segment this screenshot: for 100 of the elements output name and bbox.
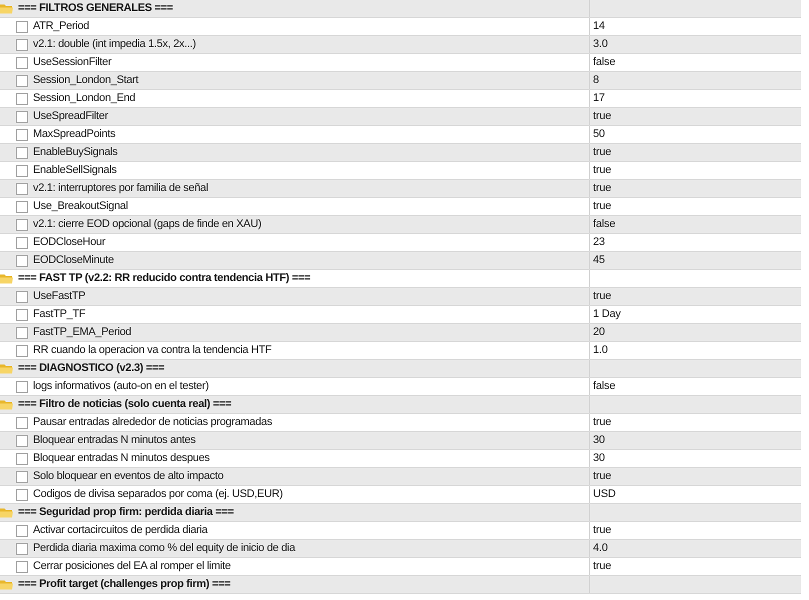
checkbox[interactable] [16, 308, 28, 320]
checkbox[interactable] [16, 524, 28, 536]
parameter-name: Bloquear entradas N minutos despues [33, 451, 210, 466]
parameter-value[interactable]: true [590, 522, 612, 539]
group-row[interactable]: === DIAGNOSTICO (v2.3) === [0, 360, 801, 378]
group-title: === Filtro de noticias (solo cuenta real) === [18, 397, 232, 412]
checkbox[interactable] [16, 542, 28, 554]
parameter-row[interactable]: logs informativos (auto-on en el tester) false [0, 378, 801, 396]
checkbox[interactable] [16, 470, 28, 482]
checkbox[interactable] [16, 344, 28, 356]
parameter-row[interactable]: EODCloseMinute 45 [0, 252, 801, 270]
checkbox[interactable] [16, 164, 28, 176]
parameter-row[interactable]: Codigos de divisa separados por coma (ej. USD,EUR) USD [0, 486, 801, 504]
checkbox[interactable] [16, 92, 28, 104]
parameter-row[interactable]: Perdida diaria maxima como % del equity de inicio de dia 4.0 [0, 540, 801, 558]
parameter-row[interactable]: Activar cortacircuitos de perdida diaria true [0, 522, 801, 540]
checkbox[interactable] [16, 20, 28, 32]
parameter-row[interactable]: Session_London_End 17 [0, 90, 801, 108]
parameter-value[interactable]: true [590, 288, 612, 305]
checkbox[interactable] [16, 56, 28, 68]
checkbox[interactable] [16, 380, 28, 392]
checkbox[interactable] [16, 74, 28, 86]
parameter-row[interactable]: ATR_Period 14 [0, 18, 801, 36]
checkbox[interactable] [16, 146, 28, 158]
checkbox[interactable] [16, 290, 28, 302]
group-row[interactable]: === Filtro de noticias (solo cuenta real) === [0, 396, 801, 414]
checkbox[interactable] [16, 200, 28, 212]
parameter-value[interactable]: 45 [590, 252, 605, 269]
parameter-value[interactable]: false [590, 378, 616, 395]
group-title: === DIAGNOSTICO (v2.3) === [18, 361, 164, 376]
checkbox[interactable] [16, 110, 28, 122]
parameter-value[interactable]: 17 [590, 90, 605, 107]
checkbox[interactable] [16, 38, 28, 50]
parameter-value[interactable]: 23 [590, 234, 605, 251]
parameter-value[interactable]: true [590, 162, 612, 179]
checkbox[interactable] [16, 434, 28, 446]
parameter-value[interactable]: false [590, 54, 616, 71]
parameter-row[interactable]: UseSpreadFilter true [0, 108, 801, 126]
checkbox[interactable] [16, 218, 28, 230]
parameter-row[interactable]: RR cuando la operacion va contra la tendencia HTF 1.0 [0, 342, 801, 360]
parameter-value[interactable]: USD [590, 486, 616, 503]
parameter-row[interactable]: EODCloseHour 23 [0, 234, 801, 252]
parameter-value[interactable]: 1.0 [590, 342, 608, 359]
parameter-name: EODCloseHour [33, 235, 106, 250]
parameter-row[interactable]: MaxSpreadPoints 50 [0, 126, 801, 144]
parameter-name: FastTP_TF [33, 307, 86, 322]
parameter-value[interactable]: 50 [590, 126, 605, 143]
parameter-row[interactable]: UseSessionFilter false [0, 54, 801, 72]
checkbox[interactable] [16, 560, 28, 572]
parameter-value[interactable]: true [590, 180, 612, 197]
folder-icon [0, 399, 13, 410]
parameter-value[interactable]: true [590, 198, 612, 215]
parameter-value[interactable]: true [590, 468, 612, 485]
parameter-row[interactable]: v2.1: cierre EOD opcional (gaps de finde en XAU) false [0, 216, 801, 234]
parameter-row[interactable]: Bloquear entradas N minutos antes 30 [0, 432, 801, 450]
parameter-value[interactable]: 20 [590, 324, 605, 341]
parameter-value[interactable]: 4.0 [590, 540, 608, 557]
checkbox[interactable] [16, 326, 28, 338]
parameter-value[interactable]: 3.0 [590, 36, 608, 53]
parameter-value[interactable]: 30 [590, 432, 605, 449]
group-row[interactable]: === Seguridad prop firm: perdida diaria === [0, 504, 801, 522]
parameter-name: Session_London_End [33, 91, 136, 106]
checkbox[interactable] [16, 488, 28, 500]
parameter-row[interactable]: EnableBuySignals true [0, 144, 801, 162]
parameter-name: logs informativos (auto-on en el tester) [33, 379, 209, 394]
parameter-name: v2.1: cierre EOD opcional (gaps de finde en XAU) [33, 217, 262, 232]
parameter-value[interactable]: true [590, 558, 612, 575]
parameter-row[interactable]: UseFastTP true [0, 288, 801, 306]
parameter-row[interactable]: Solo bloquear en eventos de alto impacto true [0, 468, 801, 486]
parameter-name: FastTP_EMA_Period [33, 325, 132, 340]
checkbox[interactable] [16, 236, 28, 248]
checkbox[interactable] [16, 254, 28, 266]
parameter-row[interactable]: FastTP_EMA_Period 20 [0, 324, 801, 342]
parameter-name: v2.1: interruptores por familia de señal [33, 181, 208, 196]
parameter-row[interactable]: FastTP_TF 1 Day [0, 306, 801, 324]
checkbox[interactable] [16, 182, 28, 194]
folder-icon [0, 507, 13, 518]
parameter-value[interactable]: 1 Day [590, 306, 621, 323]
group-row[interactable]: === Profit target (challenges prop firm) === [0, 576, 801, 594]
parameter-value[interactable]: true [590, 144, 612, 161]
checkbox[interactable] [16, 416, 28, 428]
parameter-row[interactable]: EnableSellSignals true [0, 162, 801, 180]
parameter-value[interactable]: 30 [590, 450, 605, 467]
parameter-row[interactable]: Cerrar posiciones del EA al romper el limite true [0, 558, 801, 576]
parameter-name: v2.1: double (int impedia 1.5x, 2x...) [33, 37, 196, 52]
parameter-value[interactable]: false [590, 216, 616, 233]
parameter-value[interactable]: true [590, 108, 612, 125]
parameter-row[interactable]: Pausar entradas alrededor de noticias programadas true [0, 414, 801, 432]
group-row[interactable]: === FILTROS GENERALES === [0, 0, 801, 18]
parameter-value[interactable]: 8 [590, 72, 599, 89]
parameter-row[interactable]: v2.1: double (int impedia 1.5x, 2x...) 3.0 [0, 36, 801, 54]
parameter-value[interactable]: true [590, 414, 612, 431]
parameter-row[interactable]: Use_BreakoutSignal true [0, 198, 801, 216]
checkbox[interactable] [16, 452, 28, 464]
checkbox[interactable] [16, 128, 28, 140]
parameter-row[interactable]: v2.1: interruptores por familia de señal true [0, 180, 801, 198]
parameter-row[interactable]: Session_London_Start 8 [0, 72, 801, 90]
parameter-value[interactable]: 14 [590, 18, 605, 35]
parameter-row[interactable]: Bloquear entradas N minutos despues 30 [0, 450, 801, 468]
parameter-name: Bloquear entradas N minutos antes [33, 433, 196, 448]
